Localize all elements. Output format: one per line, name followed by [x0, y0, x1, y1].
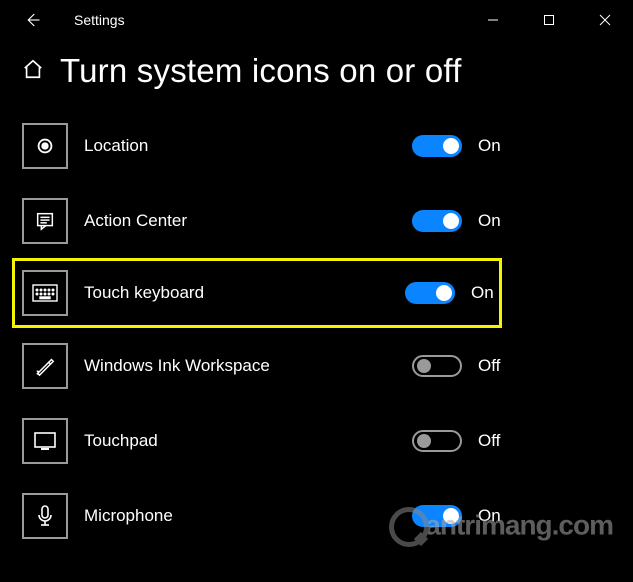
settings-list: LocationOnAction CenterOnTouch keyboardO… [0, 108, 633, 553]
toggle-microphone[interactable] [412, 505, 462, 527]
setting-row-microphone: MicrophoneOn [22, 478, 633, 553]
toggle-action-center[interactable] [412, 210, 462, 232]
setting-label: Touchpad [84, 431, 633, 451]
toggle-wrap: On [412, 210, 501, 232]
toggle-state-text: On [478, 136, 501, 156]
setting-label: Windows Ink Workspace [84, 356, 633, 376]
touchpad-icon [22, 418, 68, 464]
toggle-touch-keyboard[interactable] [405, 282, 455, 304]
location-icon [22, 123, 68, 169]
toggle-wrap: On [412, 505, 501, 527]
toggle-wrap: Off [412, 355, 500, 377]
toggle-wrap: On [405, 282, 494, 304]
toggle-state-text: Off [478, 356, 500, 376]
toggle-wrap: Off [412, 430, 500, 452]
page-title: Turn system icons on or off [60, 52, 462, 90]
toggle-touchpad[interactable] [412, 430, 462, 452]
action-center-icon [22, 198, 68, 244]
titlebar: Settings [0, 0, 633, 40]
toggle-ink-workspace[interactable] [412, 355, 462, 377]
toggle-state-text: Off [478, 431, 500, 451]
microphone-icon [22, 493, 68, 539]
setting-label: Microphone [84, 506, 633, 526]
setting-label: Action Center [84, 211, 633, 231]
maximize-button[interactable] [521, 0, 577, 40]
toggle-location[interactable] [412, 135, 462, 157]
setting-row-action-center: Action CenterOn [22, 183, 633, 258]
home-icon[interactable] [22, 58, 44, 85]
touch-keyboard-icon [22, 270, 68, 316]
close-button[interactable] [577, 0, 633, 40]
page-header: Turn system icons on or off [0, 40, 633, 108]
minimize-button[interactable] [465, 0, 521, 40]
setting-row-touch-keyboard: Touch keyboardOn [12, 258, 502, 328]
toggle-state-text: On [478, 506, 501, 526]
toggle-wrap: On [412, 135, 501, 157]
setting-row-ink-workspace: Windows Ink WorkspaceOff [22, 328, 633, 403]
setting-row-touchpad: TouchpadOff [22, 403, 633, 478]
back-button[interactable] [18, 6, 46, 34]
window-controls [465, 0, 633, 40]
ink-workspace-icon [22, 343, 68, 389]
window-title: Settings [74, 12, 125, 28]
toggle-state-text: On [478, 211, 501, 231]
setting-row-location: LocationOn [22, 108, 633, 183]
toggle-state-text: On [471, 283, 494, 303]
setting-label: Location [84, 136, 633, 156]
